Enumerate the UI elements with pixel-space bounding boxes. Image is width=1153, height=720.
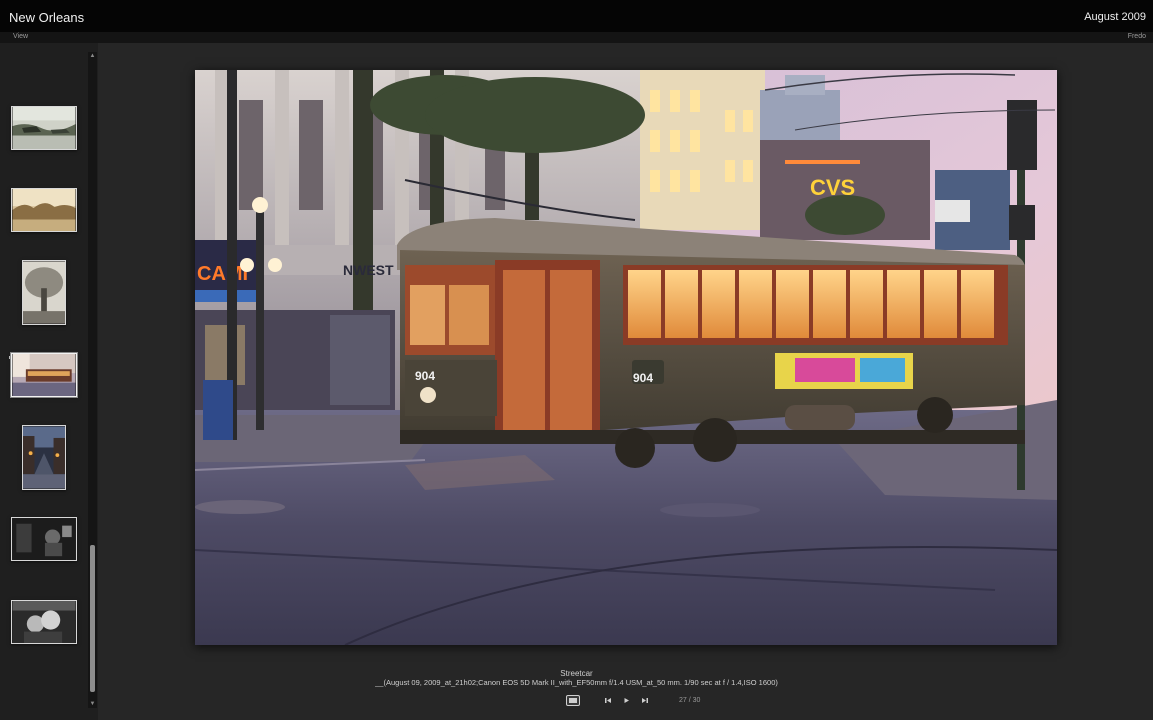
gallery-title: New Orleans: [9, 10, 85, 25]
photo-title: Streetcar: [560, 669, 593, 678]
previous-icon[interactable]: [603, 695, 614, 706]
thumbnail-dark-interior[interactable]: [11, 517, 77, 561]
image-counter: 27 / 30: [679, 697, 701, 704]
view-menu[interactable]: View: [13, 33, 28, 40]
thumbnail-streetcar[interactable]: [11, 353, 77, 397]
play-icon[interactable]: [621, 695, 632, 706]
title-bar: New Orleans August 2009: [0, 0, 1153, 32]
main-photo-streetcar[interactable]: CVS CAMI NWEST 904 904: [195, 70, 1057, 645]
filmstrip: ▲ ▼: [0, 43, 98, 720]
sign-nwest: NWEST: [343, 262, 394, 278]
author-name: Fredo: [1127, 33, 1146, 40]
car-number-front: 904: [415, 369, 435, 383]
scroll-up-icon[interactable]: ▲: [88, 52, 97, 60]
filmstrip-scrollbar[interactable]: ▲ ▼: [88, 52, 97, 708]
next-icon[interactable]: [639, 695, 650, 706]
scroll-down-icon[interactable]: ▼: [88, 700, 97, 708]
thumbnail-swamp[interactable]: [11, 106, 77, 150]
thumbnail-sepia-landscape[interactable]: [11, 188, 77, 232]
gallery-date: August 2009: [1084, 11, 1146, 23]
grid-view-icon[interactable]: [566, 695, 580, 706]
thumbnail-street-dusk[interactable]: [22, 425, 66, 490]
thumbnail-tree[interactable]: [22, 260, 66, 325]
photo-metadata: __(August 09, 2009_at_21h02;Canon EOS 5D…: [375, 678, 778, 687]
car-number: 904: [633, 371, 653, 385]
thumbnail-portrait[interactable]: [11, 600, 77, 644]
sub-bar: View Fredo: [0, 32, 1153, 43]
